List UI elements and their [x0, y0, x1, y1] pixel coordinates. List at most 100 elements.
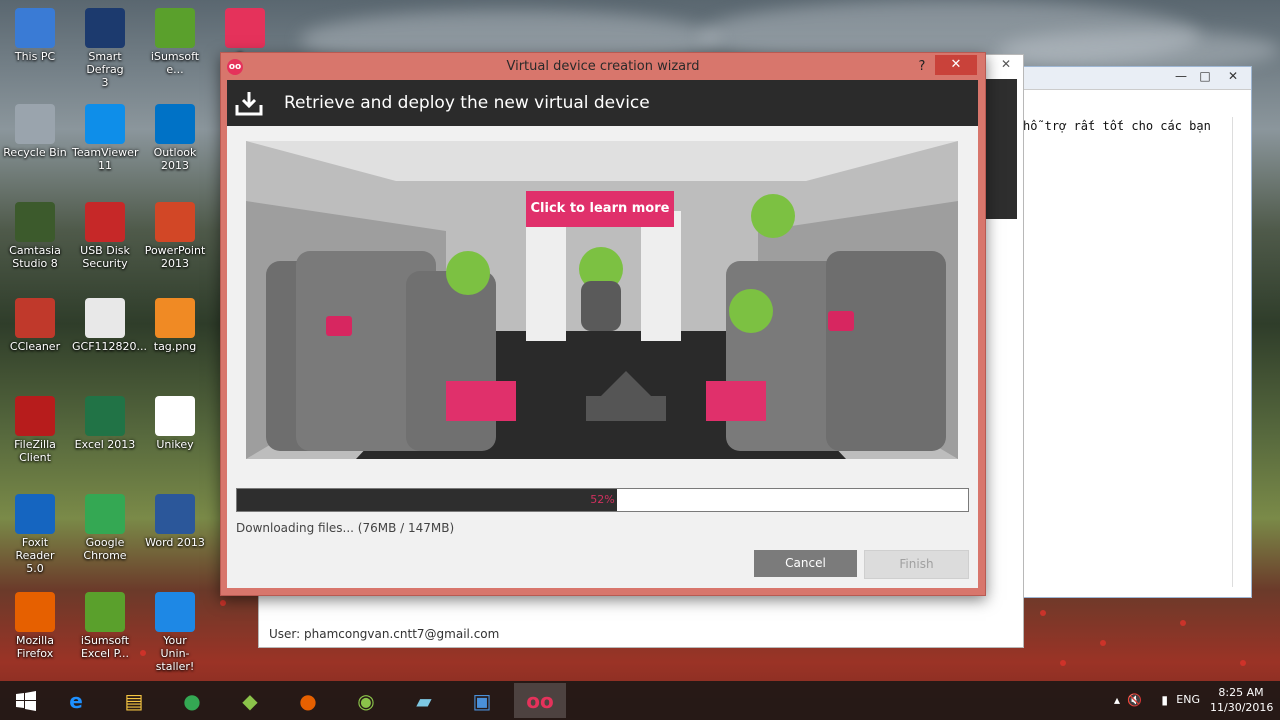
word-icon — [155, 494, 195, 534]
notes-icon: ▰ — [416, 688, 432, 713]
desktop-icon-label: tag.png — [153, 340, 197, 353]
desktop-icon[interactable]: Smart Defrag 3 — [72, 8, 138, 89]
virtualbox-icon: ▣ — [472, 688, 492, 713]
genymotion-icon: oo — [526, 688, 554, 713]
maximize-icon[interactable]: □ — [1193, 69, 1217, 85]
recycle-bin-icon — [15, 104, 55, 144]
start-button[interactable] — [0, 683, 52, 718]
download-progress-bar: 52% — [236, 488, 969, 512]
desktop-icon-label: This PC — [14, 50, 56, 63]
camtasia-icon — [15, 202, 55, 242]
desktop-icon[interactable]: Word 2013 — [142, 494, 208, 549]
chrome-icon — [85, 494, 125, 534]
desktop-icon[interactable]: Unikey — [142, 396, 208, 451]
desktop-icon[interactable]: Google Chrome — [72, 494, 138, 562]
taskbar-item[interactable]: ◆ — [224, 683, 276, 718]
taskbar-item[interactable]: ◉ — [340, 683, 392, 718]
clock[interactable]: 8:25 AM 11/30/2016 — [1210, 685, 1274, 715]
desktop-icon[interactable]: USB Disk Security — [72, 202, 138, 270]
learn-more-button[interactable]: Click to learn more — [526, 191, 674, 227]
desktop-icon[interactable]: Mozilla Firefox — [2, 592, 68, 660]
progress-percent: 52% — [590, 493, 615, 506]
taskbar-item[interactable]: ▣ — [456, 683, 508, 718]
file-explorer-icon: ▤ — [124, 688, 144, 713]
scrollbar[interactable] — [1232, 117, 1245, 587]
excel-icon — [85, 396, 125, 436]
taskbar-item[interactable]: e — [50, 683, 102, 718]
help-button[interactable]: ? — [913, 53, 931, 80]
download-icon — [235, 92, 263, 116]
background-window-text: hỗ trợ rất tốt cho các bạn — [1023, 119, 1211, 133]
show-hidden-icons-icon[interactable]: ▴ — [1114, 693, 1120, 707]
clock-date: 11/30/2016 — [1210, 701, 1274, 714]
taskbar: e ▤ ● ◆ ● ◉ ▰ ▣ oo ▴ 🔇 ▮ ENG 8:25 AM 11/30/2016 — [0, 681, 1280, 720]
desktop-icon-label: Recycle Bin — [3, 146, 67, 159]
ie-icon: e — [69, 688, 83, 713]
network-icon[interactable]: ▮ — [1161, 693, 1168, 707]
isumsoft-excel-icon — [85, 592, 125, 632]
desktop-icon[interactable]: Excel 2013 — [72, 396, 138, 451]
desktop-icon[interactable]: tag.png — [142, 298, 208, 353]
user-email: User: phamcongvan.cntt7@gmail.com — [269, 627, 500, 641]
genymotion-icon: oo — [227, 59, 243, 75]
desktop-icon[interactable]: Your Unin-staller! — [142, 592, 208, 673]
desktop-icon-label: Foxit Reader 5.0 — [15, 536, 55, 575]
desktop-icon[interactable]: CCleaner — [2, 298, 68, 353]
language-indicator[interactable]: ENG — [1176, 693, 1200, 706]
desktop-icon[interactable]: FileZilla Client — [2, 396, 68, 464]
desktop-icon[interactable]: TeamViewer 11 — [72, 104, 138, 172]
ccleaner-icon — [15, 298, 55, 338]
close-icon[interactable]: ✕ — [1221, 69, 1245, 85]
document-icon — [85, 298, 125, 338]
desktop-icon-label: CCleaner — [9, 340, 61, 353]
computer-icon — [15, 8, 55, 48]
desktop-icon-label: USB Disk Security — [80, 244, 130, 270]
desktop-icon-label: TeamViewer 11 — [72, 146, 139, 172]
desktop-icon[interactable]: Foxit Reader 5.0 — [2, 494, 68, 575]
defrag-icon — [85, 8, 125, 48]
dialog-titlebar: oo Virtual device creation wizard ? ✕ — [221, 53, 985, 80]
close-button[interactable]: ✕ — [935, 55, 977, 75]
desktop-icon[interactable]: GCF112820... — [72, 298, 148, 353]
desktop-icon-label: Your Unin-staller! — [155, 634, 195, 673]
volume-muted-icon[interactable]: 🔇 — [1127, 693, 1142, 707]
desktop-icon[interactable]: PowerPoint 2013 — [142, 202, 208, 270]
desktop-icon[interactable]: iSumsoft e... — [142, 8, 208, 76]
camtasia-icon: ◆ — [242, 688, 258, 713]
clock-time: 8:25 AM — [1218, 686, 1264, 699]
taskbar-item[interactable]: oo — [514, 683, 566, 718]
windows-icon — [16, 690, 36, 711]
chrome-icon: ● — [183, 688, 201, 713]
taskbar-item[interactable]: ▰ — [398, 683, 450, 718]
desktop-icon[interactable]: iSumsoft Excel P... — [72, 592, 138, 660]
minimize-icon[interactable]: — — [1169, 69, 1193, 85]
desktop-icon[interactable]: Camtasia Studio 8 — [2, 202, 68, 270]
finish-button[interactable]: Finish — [864, 550, 969, 579]
wizard-dialog: oo Virtual device creation wizard ? ✕ Re… — [220, 52, 986, 596]
tag-icon — [155, 298, 195, 338]
airplane-illustration — [246, 141, 958, 459]
background-window-titlebar[interactable]: — □ ✕ — [1011, 67, 1251, 90]
desktop-icon[interactable]: This PC — [2, 8, 68, 63]
download-status: Downloading files... (76MB / 147MB) — [236, 521, 455, 535]
desktop-icon-label: GCF112820... — [72, 340, 148, 353]
taskbar-item[interactable]: ● — [166, 683, 218, 718]
close-icon[interactable]: ✕ — [995, 57, 1017, 73]
desktop-icon-label: Outlook 2013 — [153, 146, 197, 172]
firefox-icon: ● — [299, 688, 317, 713]
taskbar-item[interactable]: ▤ — [108, 683, 160, 718]
wizard-heading: Retrieve and deploy the new virtual devi… — [284, 93, 650, 113]
taskbar-item[interactable]: ● — [282, 683, 334, 718]
desktop-icon-label: PowerPoint 2013 — [144, 244, 206, 270]
promo-banner[interactable]: Click to learn more — [246, 141, 958, 459]
desktop-icon-label: Smart Defrag 3 — [86, 50, 124, 89]
desktop-icon-label: Google Chrome — [83, 536, 127, 562]
camtasia-recorder-icon: ◉ — [357, 688, 375, 713]
desktop-icon[interactable]: Recycle Bin — [2, 104, 68, 159]
background-window[interactable]: — □ ✕ hỗ trợ rất tốt cho các bạn — [1010, 66, 1252, 598]
desktop-icon-label: iSumsoft Excel P... — [80, 634, 130, 660]
desktop-icon[interactable]: Outlook 2013 — [142, 104, 208, 172]
cancel-button[interactable]: Cancel — [754, 550, 857, 577]
desktop-icon-label: Excel 2013 — [74, 438, 136, 451]
foxit-icon — [15, 494, 55, 534]
